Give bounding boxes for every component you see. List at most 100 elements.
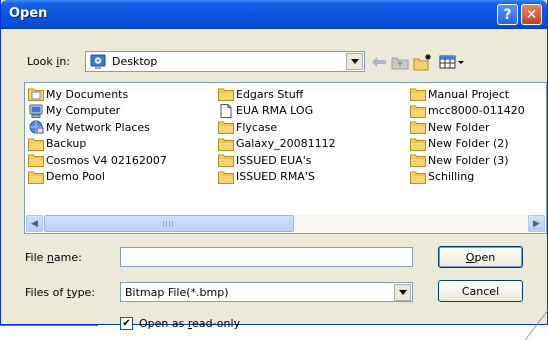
folder-icon	[218, 120, 234, 134]
window-title: Open	[9, 6, 48, 21]
lookin-label: Look in:	[27, 55, 71, 68]
cancel-button-label: Cancel	[461, 284, 500, 298]
list-item-label: ISSUED RMA'S	[236, 170, 315, 183]
list-item[interactable]: Galaxy_20081112	[218, 136, 336, 152]
list-item[interactable]: New Folder (2)	[410, 136, 525, 152]
list-item[interactable]: Cosmos V4 02162007	[28, 152, 167, 168]
list-item-label: Manual Project	[428, 87, 510, 101]
filetype-dropdown-button[interactable]	[394, 284, 411, 301]
views-grid-icon	[439, 55, 464, 69]
scroll-left-icon: ◀	[31, 218, 38, 229]
new-folder-button[interactable]	[412, 52, 434, 72]
filename-label: File name:	[25, 251, 82, 264]
open-dialog: Open ? ✕ Look in: Desktop My Documents My…	[0, 0, 548, 325]
filetype-dropdown[interactable]: Bitmap File(*.bmp)	[120, 282, 413, 302]
list-item[interactable]: New Folder (3)	[410, 152, 525, 168]
folder-icon	[410, 137, 426, 151]
file-list[interactable]: My Documents My Computer My Network Places…	[24, 82, 547, 234]
scroll-left-button[interactable]: ◀	[26, 215, 43, 232]
folder-icon	[28, 170, 44, 184]
list-item[interactable]: EUA RMA LOG	[218, 103, 336, 119]
list-item-label: Schilling	[428, 170, 475, 183]
filetype-value: Bitmap File(*.bmp)	[125, 286, 229, 299]
checkmark-icon: ✔	[122, 317, 131, 329]
folder-icon	[410, 120, 426, 134]
folder-icon	[218, 170, 234, 184]
list-item-label: mcc8000-011420	[428, 104, 525, 117]
help-button[interactable]: ?	[497, 4, 518, 25]
lookin-dropdown-button[interactable]	[346, 53, 363, 70]
folder-icon	[410, 87, 426, 101]
up-folder-button[interactable]	[390, 52, 410, 72]
file-column-2: Edgars Stuff EUA RMA LOG Flycase Galaxy_200…	[218, 86, 336, 185]
list-item-label: Galaxy_20081112	[236, 137, 336, 150]
list-item-label: New Folder (2)	[428, 137, 509, 150]
list-item-label: Edgars Stuff	[236, 87, 304, 101]
list-item-label: My Documents	[46, 87, 129, 101]
file-column-3: Manual Project mcc8000-011420 New Folder Ne…	[410, 86, 525, 185]
horizontal-scrollbar[interactable]: ◀ ▶	[26, 215, 545, 232]
folder-icon	[410, 104, 426, 118]
chevron-down-icon	[398, 290, 407, 295]
scroll-right-button[interactable]: ▶	[528, 215, 545, 232]
list-item[interactable]: Edgars Stuff	[218, 86, 336, 102]
list-item-label: New Folder (3)	[428, 153, 509, 167]
list-item[interactable]: Schilling	[410, 169, 525, 185]
list-item-label: EUA RMA LOG	[236, 104, 314, 117]
desktop-icon	[90, 54, 106, 69]
folder-icon	[28, 153, 44, 167]
list-item[interactable]: My Computer	[28, 103, 167, 119]
file-column-1: My Documents My Computer My Network Places…	[28, 86, 167, 185]
back-button[interactable]	[370, 52, 388, 72]
up-folder-icon	[391, 57, 409, 70]
list-item-label: Cosmos V4 02162007	[46, 153, 167, 167]
folder-icon	[28, 137, 44, 151]
list-item[interactable]: Backup	[28, 136, 167, 152]
scrollbar-grip	[163, 221, 175, 227]
list-item[interactable]: New Folder	[410, 119, 525, 135]
back-arrow-icon	[372, 57, 386, 67]
computer-icon	[28, 104, 44, 118]
list-item[interactable]: Demo Pool	[28, 169, 167, 185]
scroll-right-icon: ▶	[533, 218, 540, 229]
list-item[interactable]: ISSUED EUA's	[218, 152, 336, 168]
close-button[interactable]: ✕	[521, 4, 542, 25]
list-item-label: Flycase	[236, 120, 278, 134]
list-item[interactable]: Manual Project	[410, 86, 525, 102]
chevron-down-icon	[350, 59, 359, 64]
list-item[interactable]: My Documents	[28, 86, 167, 102]
readonly-checkbox[interactable]: ✔	[120, 317, 133, 330]
readonly-label: Open as read-only	[139, 317, 241, 330]
list-item-label: My Network Places	[46, 120, 150, 134]
list-item[interactable]: mcc8000-011420	[410, 103, 525, 119]
folder-icon	[410, 170, 426, 184]
folder-icon	[218, 137, 234, 151]
open-button-label: Open	[465, 250, 496, 264]
list-item-label: My Computer	[46, 104, 121, 117]
folder-icon	[218, 87, 234, 101]
filetype-label: Files of type:	[25, 286, 96, 299]
lookin-value: Desktop	[112, 55, 158, 68]
list-item[interactable]: Flycase	[218, 119, 336, 135]
file-icon	[218, 103, 234, 118]
cancel-button[interactable]: Cancel	[438, 280, 523, 302]
help-icon: ?	[503, 6, 512, 23]
scrollbar-thumb[interactable]	[44, 215, 294, 232]
folder-icon	[410, 153, 426, 167]
open-button[interactable]: Open	[438, 246, 523, 268]
new-folder-icon	[413, 54, 431, 71]
documents-icon	[28, 87, 44, 101]
filename-input[interactable]	[120, 247, 413, 267]
list-item-label: Backup	[46, 137, 87, 150]
list-item-label: Demo Pool	[46, 170, 105, 183]
lookin-dropdown[interactable]: Desktop	[85, 51, 365, 72]
list-item[interactable]: My Network Places	[28, 119, 167, 135]
list-item[interactable]: ISSUED RMA'S	[218, 169, 336, 185]
folder-icon	[218, 153, 234, 167]
views-menu-button[interactable]	[438, 52, 466, 72]
list-item-label: ISSUED EUA's	[236, 153, 312, 167]
close-icon: ✕	[525, 6, 538, 23]
list-item-label: New Folder	[428, 120, 490, 134]
network-icon	[28, 120, 44, 134]
title-bar[interactable]: Open ? ✕	[1, 0, 547, 29]
